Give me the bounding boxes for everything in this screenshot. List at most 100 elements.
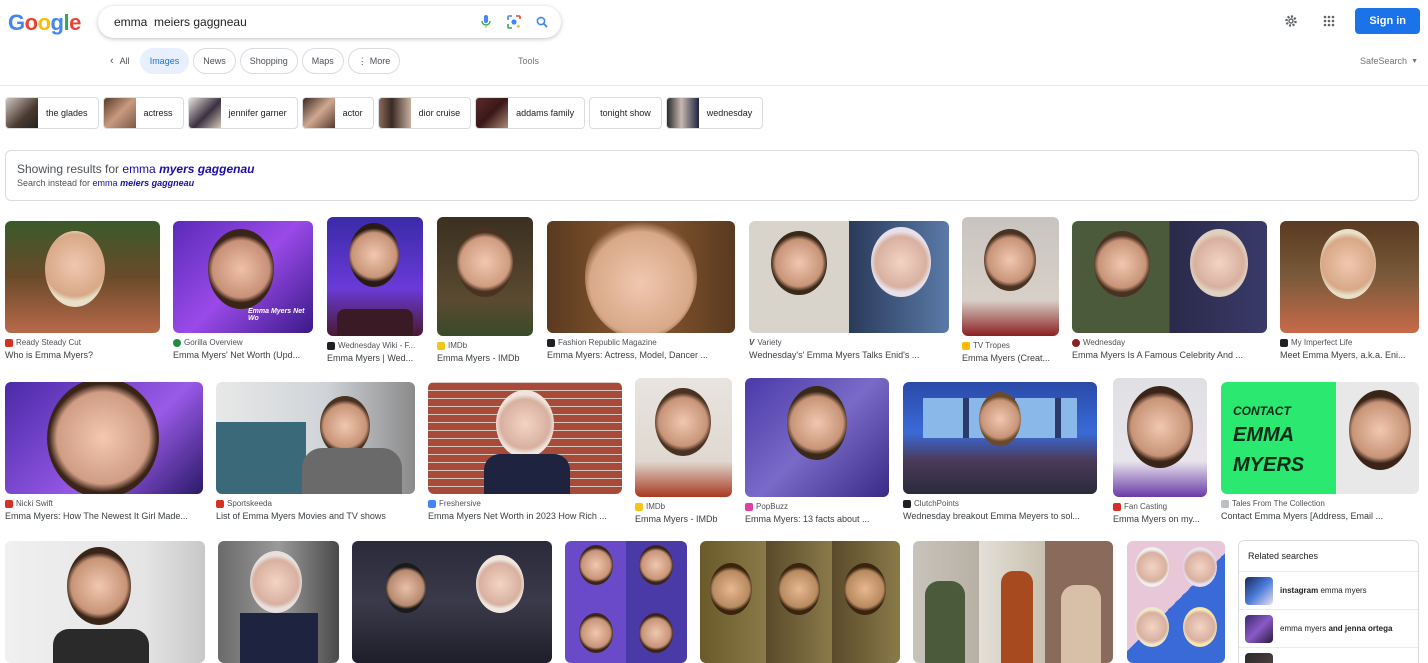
result-thumbnail[interactable]: [428, 382, 622, 494]
result-title[interactable]: Wednesday's' Emma Myers Talks Enid's ...: [749, 350, 949, 360]
result-title[interactable]: Emma Myers Is A Famous Celebrity And ...: [1072, 350, 1267, 360]
result-title[interactable]: Emma Myers (Creat...: [962, 353, 1059, 363]
source-favicon-icon: [173, 338, 181, 347]
related-search-item[interactable]: instagram emma myers: [1239, 571, 1418, 609]
result-title[interactable]: Emma Myers | Wed...: [327, 353, 423, 363]
result-thumbnail[interactable]: [5, 382, 203, 494]
result-thumbnail[interactable]: [635, 378, 732, 497]
related-searches-panel: Related searches instagram emma myers em…: [1238, 540, 1419, 663]
sign-in-button[interactable]: Sign in: [1355, 8, 1420, 34]
corrected-query-link[interactable]: emma myers gaggenau: [122, 162, 254, 176]
tab-news[interactable]: News: [193, 48, 236, 74]
tab-label: News: [203, 56, 226, 66]
tab-more[interactable]: ⋮ More: [347, 48, 401, 74]
google-logo[interactable]: Google: [8, 10, 81, 36]
result-title[interactable]: Emma Myers' Net Worth (Upd...: [173, 350, 313, 360]
result-title[interactable]: Meet Emma Myers, a.k.a. Eni...: [1280, 350, 1419, 360]
result-title[interactable]: Emma Myers - IMDb: [437, 353, 533, 363]
tab-maps[interactable]: Maps: [301, 48, 344, 74]
result-thumbnail[interactable]: [1113, 378, 1207, 497]
result-thumbnail[interactable]: [1280, 221, 1419, 333]
result-title[interactable]: Emma Myers Net Worth in 2023 How Rich ..…: [428, 511, 622, 521]
result-thumbnail[interactable]: [1127, 541, 1225, 663]
result-thumbnail[interactable]: [700, 541, 900, 663]
related-search-item[interactable]: [1239, 647, 1418, 663]
corrected-part-bold: myers gaggenau: [159, 162, 255, 176]
result-thumbnail[interactable]: Emma Myers Net Wo: [173, 221, 313, 333]
result-thumbnail[interactable]: [216, 382, 415, 494]
result-thumbnail[interactable]: [437, 217, 533, 336]
result-thumbnail[interactable]: [5, 541, 205, 663]
chip-addams-family[interactable]: addams family: [475, 97, 586, 129]
result-thumbnail[interactable]: [352, 541, 552, 663]
chip-the-glades[interactable]: the glades: [5, 97, 99, 129]
result-title[interactable]: Contact Emma Myers [Address, Email ...: [1221, 511, 1419, 521]
search-input[interactable]: emma meiers gaggneau: [114, 15, 479, 29]
result-thumbnail[interactable]: [327, 217, 423, 336]
image-result[interactable]: [1127, 541, 1225, 663]
result-title[interactable]: Wednesday breakout Emma Meyers to sol...: [903, 511, 1097, 521]
source-name: ClutchPoints: [914, 499, 959, 508]
image-result[interactable]: Freshersive Emma Myers Net Worth in 2023…: [428, 382, 622, 521]
image-result[interactable]: [352, 541, 552, 663]
image-result[interactable]: Sportskeeda List of Emma Myers Movies an…: [216, 382, 415, 521]
result-thumbnail[interactable]: [218, 541, 339, 663]
image-result[interactable]: [700, 541, 900, 663]
chip-dior-cruise[interactable]: dior cruise: [377, 97, 472, 129]
chip-actor[interactable]: actor: [301, 97, 374, 129]
chip-actress[interactable]: actress: [102, 97, 184, 129]
microphone-icon[interactable]: [479, 15, 493, 29]
result-title[interactable]: Emma Myers: Actress, Model, Dancer ...: [547, 350, 735, 360]
result-title[interactable]: Emma Myers: 13 facts about ...: [745, 514, 889, 524]
chip-tonight-show[interactable]: tonight show: [589, 97, 662, 129]
search-box[interactable]: emma meiers gaggneau: [98, 6, 561, 38]
image-result[interactable]: Fan Casting Emma Myers on my...: [1113, 378, 1207, 524]
image-result[interactable]: [913, 541, 1113, 663]
result-title[interactable]: Emma Myers - IMDb: [635, 514, 732, 524]
chip-wednesday[interactable]: wednesday: [665, 97, 764, 129]
settings-gear-icon[interactable]: [1279, 9, 1303, 33]
result-thumbnail[interactable]: [903, 382, 1097, 494]
result-thumbnail[interactable]: [745, 378, 889, 497]
result-thumbnail[interactable]: [749, 221, 949, 333]
tab-all[interactable]: ‹ All: [104, 48, 136, 74]
image-result[interactable]: PopBuzz Emma Myers: 13 facts about ...: [745, 378, 889, 524]
image-result[interactable]: Emma Myers Net Wo Gorilla Overview Emma …: [173, 221, 313, 360]
result-thumbnail[interactable]: [547, 221, 735, 333]
result-title[interactable]: Emma Myers on my...: [1113, 514, 1207, 524]
tools-button[interactable]: Tools: [518, 56, 539, 66]
safesearch-button[interactable]: SafeSearch ▼: [1360, 56, 1418, 66]
result-thumbnail[interactable]: [1072, 221, 1267, 333]
original-query-link[interactable]: emma meiers gaggneau: [93, 178, 195, 188]
related-search-item[interactable]: emma myers and jenna ortega: [1239, 609, 1418, 647]
result-title[interactable]: Who is Emma Myers?: [5, 350, 160, 360]
lens-camera-icon[interactable]: [507, 15, 521, 29]
tab-images[interactable]: Images: [139, 48, 190, 74]
result-thumbnail[interactable]: [962, 217, 1059, 336]
image-result[interactable]: [5, 541, 205, 663]
result-thumbnail[interactable]: [565, 541, 687, 663]
tab-shopping[interactable]: Shopping: [239, 48, 298, 74]
image-result[interactable]: [565, 541, 687, 663]
image-result[interactable]: Wednesday Wiki - F... Emma Myers | Wed..…: [327, 217, 423, 363]
image-result[interactable]: IMDb Emma Myers - IMDb: [635, 378, 732, 524]
search-icon[interactable]: [535, 15, 549, 29]
image-result[interactable]: V Variety Wednesday's' Emma Myers Talks E…: [749, 221, 949, 360]
chip-jennifer-garner[interactable]: jennifer garner: [187, 97, 298, 129]
apps-grid-icon[interactable]: [1317, 9, 1341, 33]
result-thumbnail[interactable]: CONTACT EMMA MYERS: [1221, 382, 1419, 494]
result-title[interactable]: Emma Myers: How The Newest It Girl Made.…: [5, 511, 203, 521]
image-result[interactable]: My Imperfect Life Meet Emma Myers, a.k.a…: [1280, 221, 1419, 360]
image-result[interactable]: CONTACT EMMA MYERS Tales From The Collec…: [1221, 382, 1419, 521]
image-result[interactable]: Fashion Republic Magazine Emma Myers: Ac…: [547, 221, 735, 360]
image-result[interactable]: Ready Steady Cut Who is Emma Myers?: [5, 221, 160, 360]
image-result[interactable]: Nicki Swift Emma Myers: How The Newest I…: [5, 382, 203, 521]
image-result[interactable]: ClutchPoints Wednesday breakout Emma Mey…: [903, 382, 1097, 521]
image-result[interactable]: TV Tropes Emma Myers (Creat...: [962, 217, 1059, 363]
result-title[interactable]: List of Emma Myers Movies and TV shows: [216, 511, 415, 521]
image-result[interactable]: Wednesday Emma Myers Is A Famous Celebri…: [1072, 221, 1267, 360]
result-thumbnail[interactable]: [5, 221, 160, 333]
result-thumbnail[interactable]: [913, 541, 1113, 663]
image-result[interactable]: IMDb Emma Myers - IMDb: [437, 217, 533, 363]
image-result[interactable]: [218, 541, 339, 663]
